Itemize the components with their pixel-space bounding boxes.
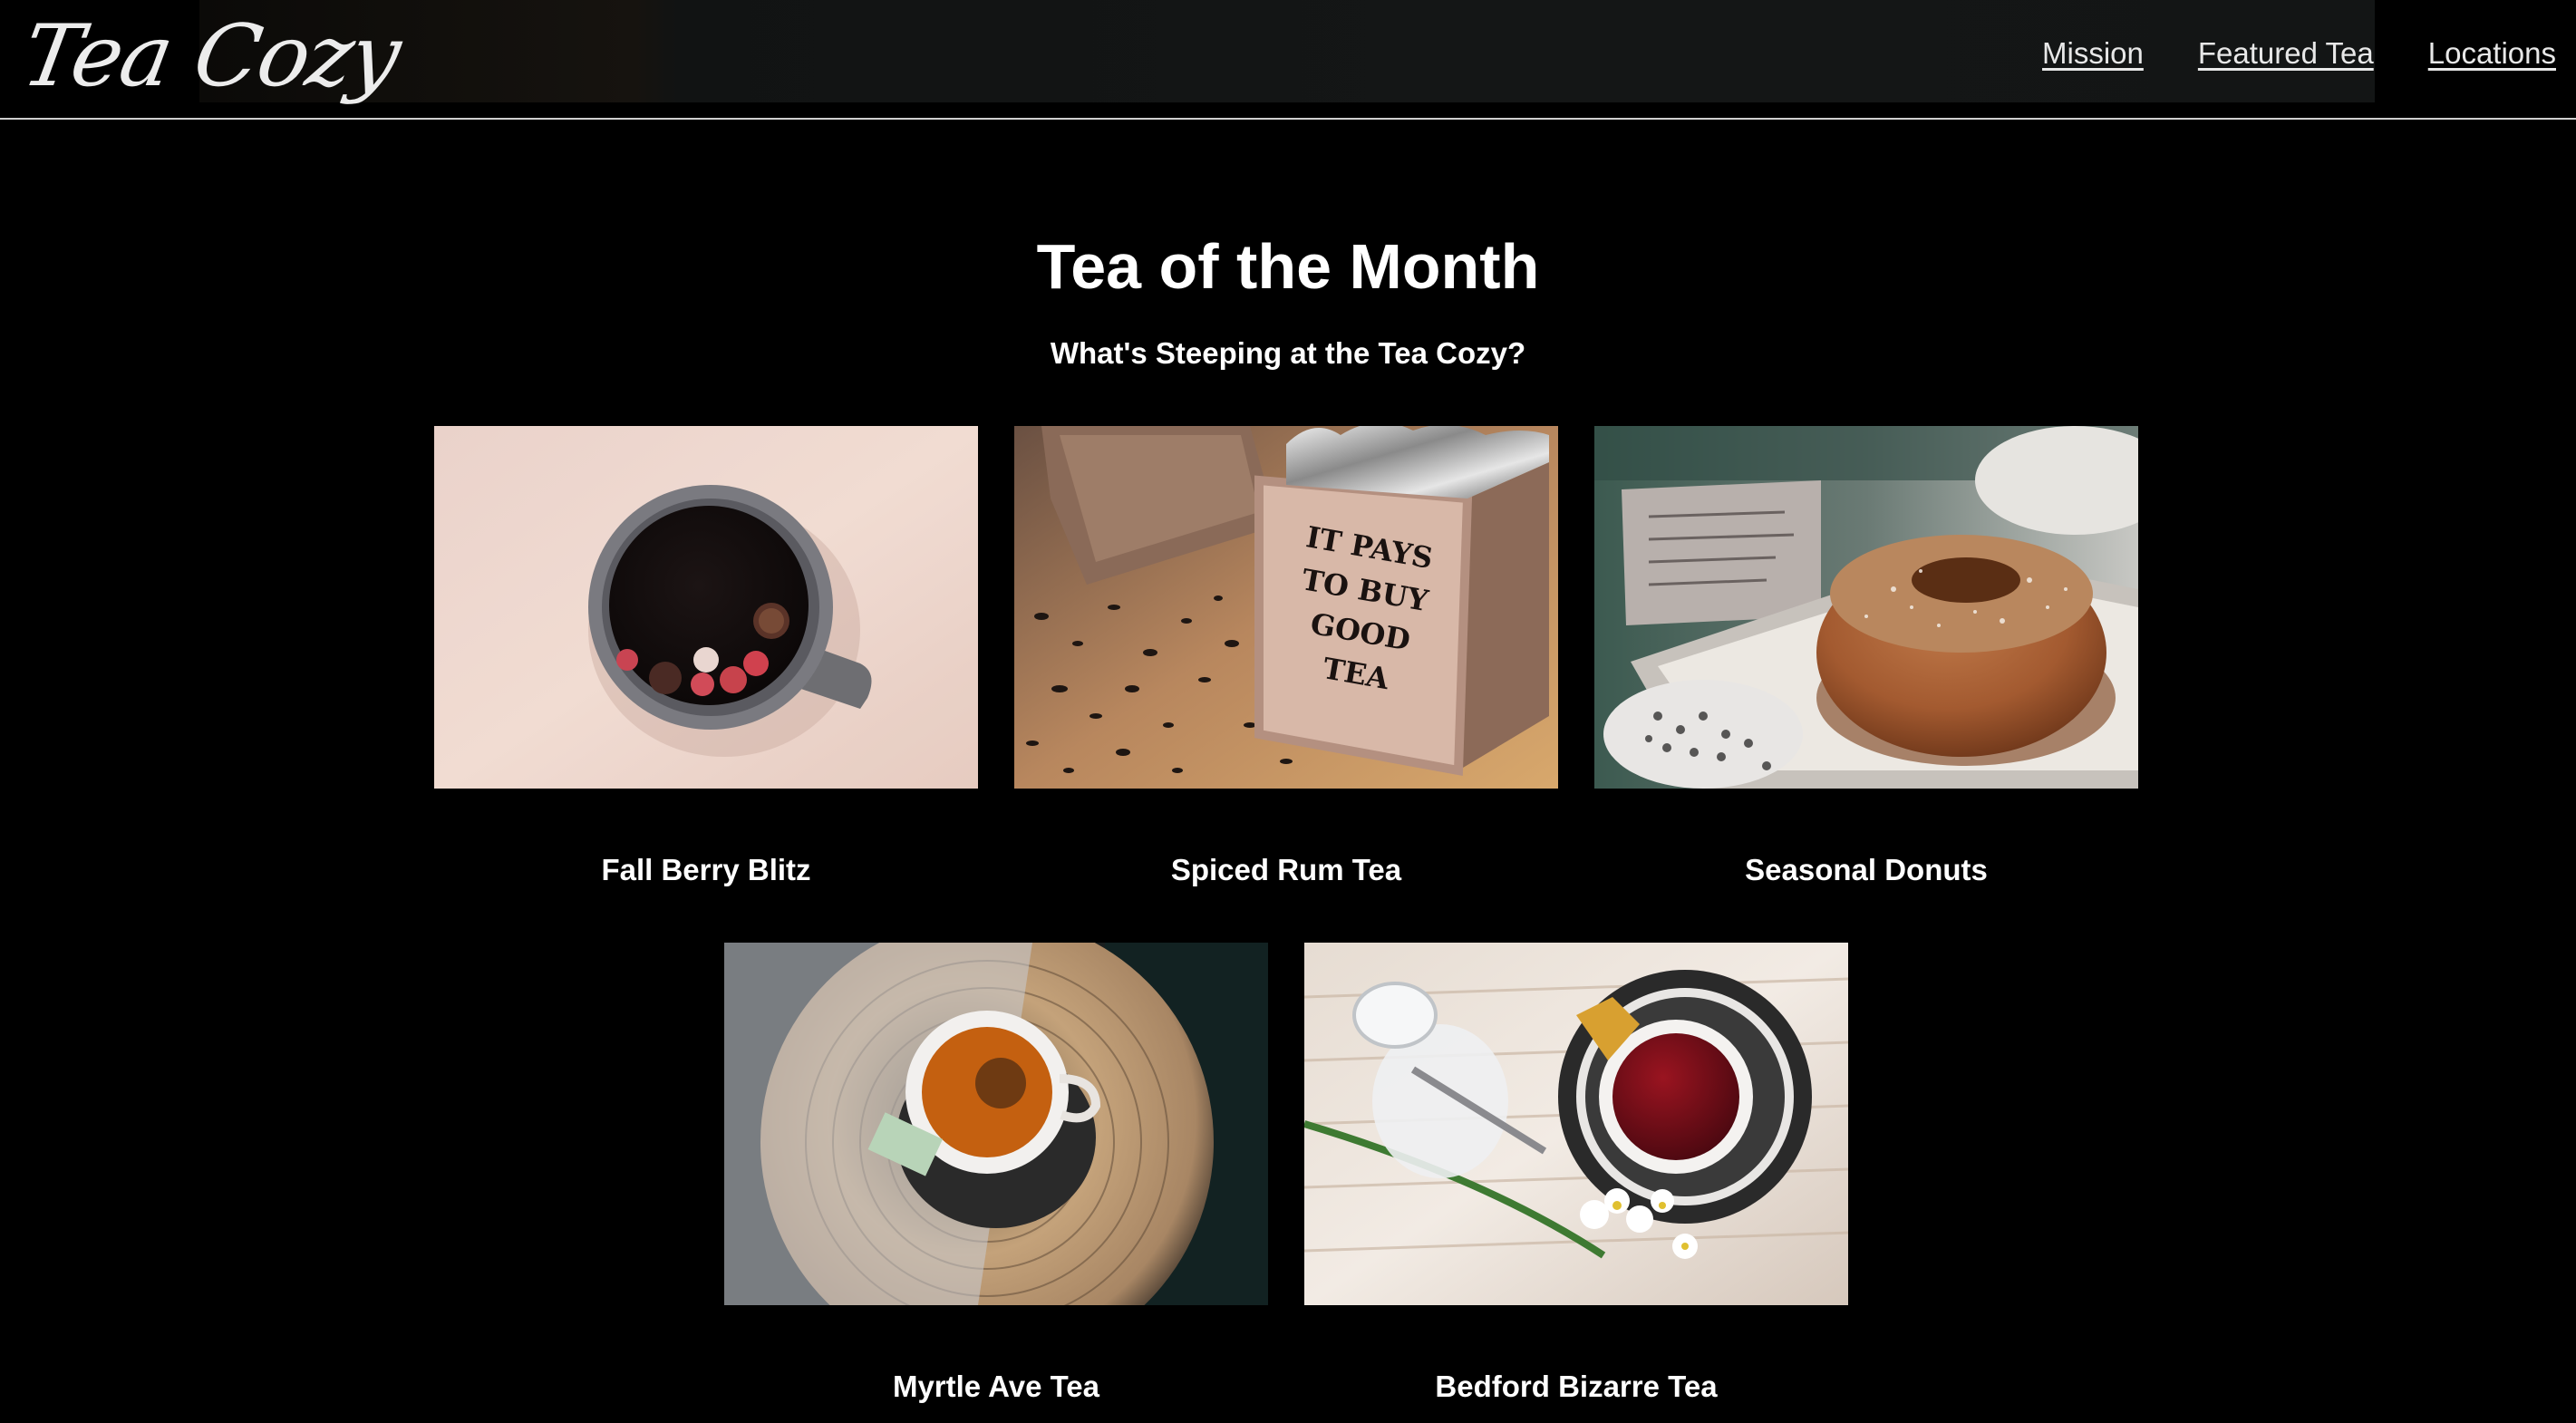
main-nav: Mission Featured Tea Locations bbox=[2042, 36, 2556, 71]
sugar-donut-photo[interactable] bbox=[1594, 426, 2138, 789]
red-tea-cup-image bbox=[1304, 943, 1848, 1305]
nav-link-mission[interactable]: Mission bbox=[2042, 36, 2144, 71]
tea-card-myrtle-ave-tea: Myrtle Ave Tea bbox=[724, 943, 1268, 1405]
teacup-on-wood-photo[interactable] bbox=[724, 943, 1268, 1305]
tea-box-image: IT PAYS TO BUY GOOD TEA bbox=[1014, 426, 1558, 789]
nav-link-featured-tea[interactable]: Featured Tea bbox=[2198, 36, 2374, 71]
mug-with-berries-photo[interactable] bbox=[434, 426, 978, 789]
tea-name: Bedford Bizarre Tea bbox=[1435, 1370, 1718, 1403]
tea-box-photo[interactable]: IT PAYS TO BUY GOOD TEA bbox=[1014, 426, 1558, 789]
red-tea-cup-photo[interactable] bbox=[1304, 943, 1848, 1305]
mug-with-berries-image bbox=[434, 426, 978, 789]
tea-name: Fall Berry Blitz bbox=[601, 853, 811, 886]
tea-card-fall-berry-blitz: Fall Berry Blitz bbox=[434, 426, 978, 888]
tea-card-bedford-bizarre-tea: Bedford Bizarre Tea bbox=[1304, 943, 1848, 1405]
logo[interactable]: Tea Cozy bbox=[15, 4, 407, 111]
tea-card-spiced-rum-tea: IT PAYS TO BUY GOOD TEA Spiced Rum Tea bbox=[1014, 426, 1558, 888]
tea-card-seasonal-donuts: Seasonal Donuts bbox=[1594, 426, 2138, 888]
page-title: Tea of the Month bbox=[1036, 231, 1540, 302]
teacup-on-wood-image bbox=[724, 943, 1268, 1305]
tea-name: Seasonal Donuts bbox=[1745, 853, 1988, 886]
nav-link-locations[interactable]: Locations bbox=[2428, 36, 2556, 71]
sugar-donut-image bbox=[1594, 426, 2138, 789]
site-header: Tea Cozy Mission Featured Tea Locations bbox=[0, 0, 2576, 120]
tea-name: Myrtle Ave Tea bbox=[892, 1370, 1100, 1403]
tea-name: Spiced Rum Tea bbox=[1170, 853, 1402, 886]
page-subtitle: What's Steeping at the Tea Cozy? bbox=[1050, 336, 1526, 370]
